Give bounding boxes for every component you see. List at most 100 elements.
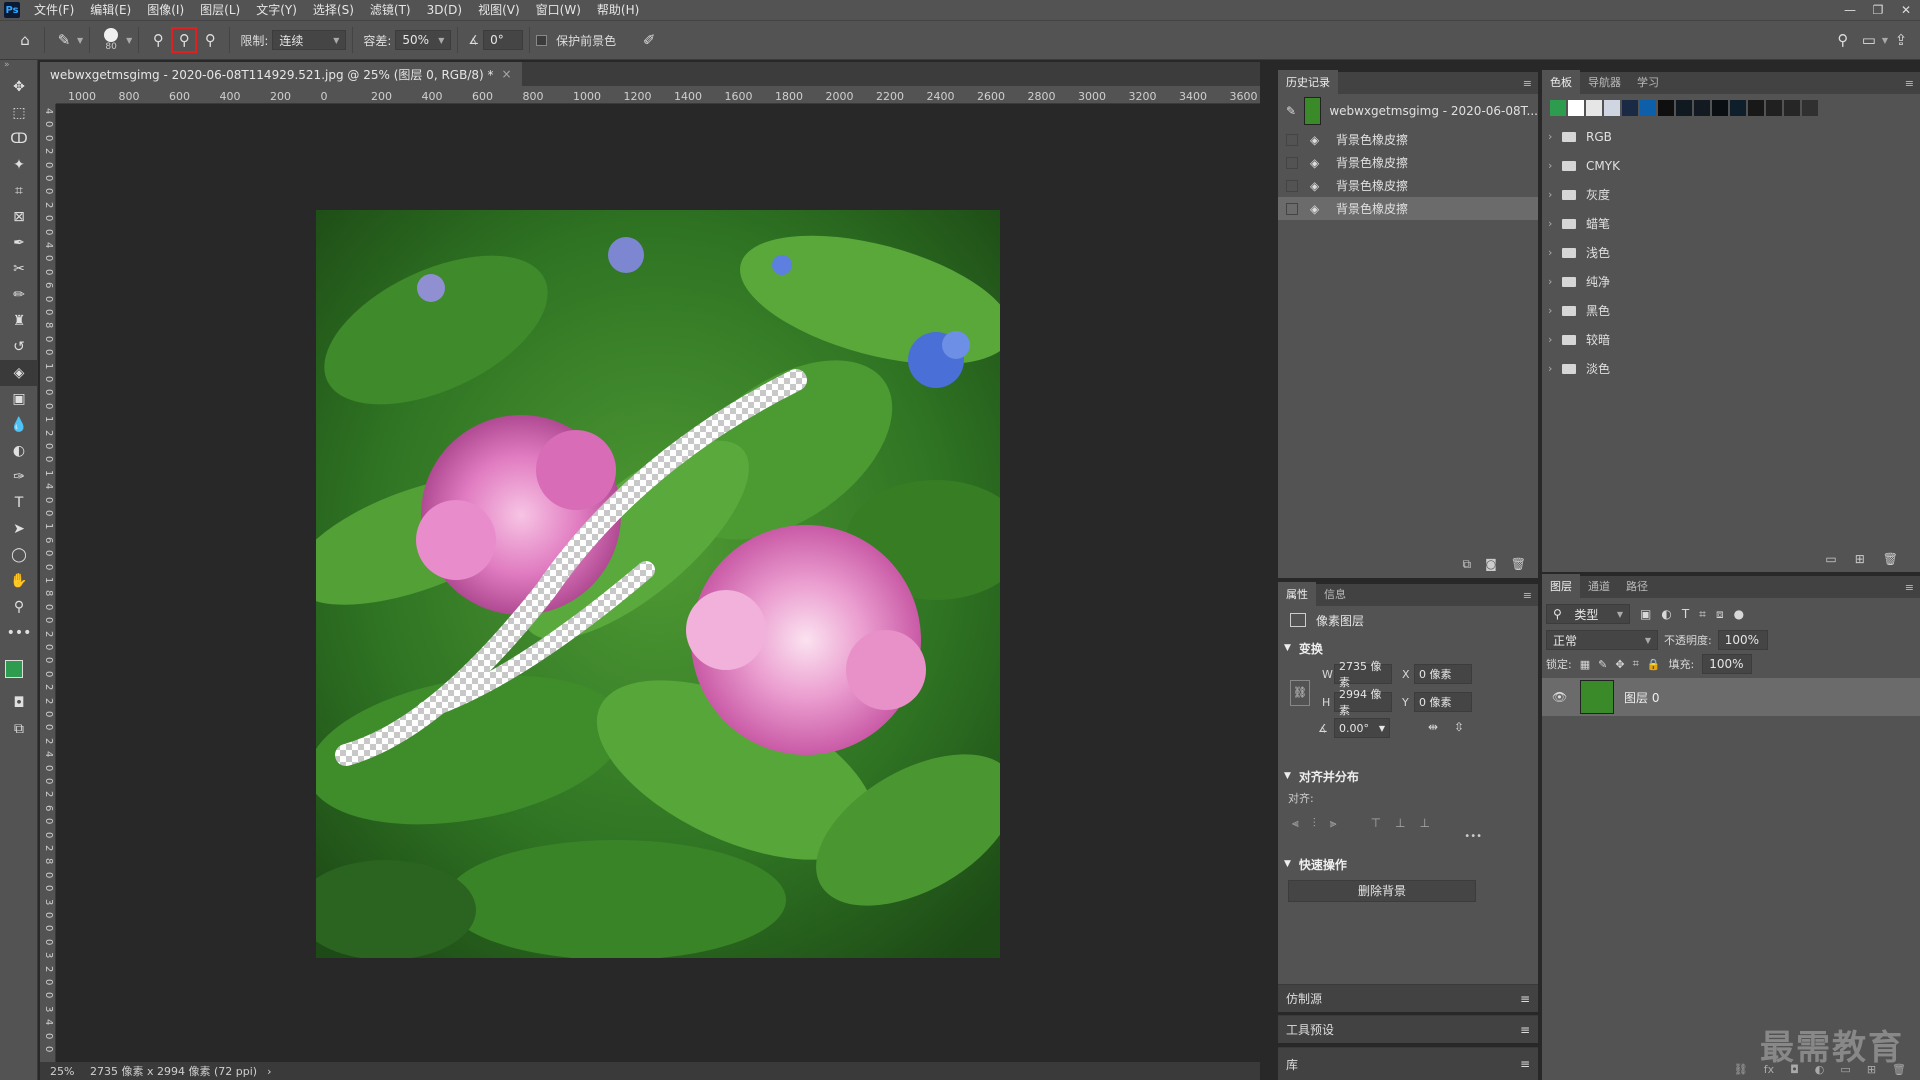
lock-position-icon[interactable]: ✥ [1615,658,1624,671]
vertical-ruler[interactable]: 4 0 0 2 0 0 0 2 0 0 4 0 0 6 0 0 8 0 0 1 0 0 0 1 2 0 0 1 4 0 0 1 6 0 0 1 8 0 0 2… [40,104,56,1064]
color-swatch[interactable] [1568,100,1584,116]
link-layers-icon[interactable]: ⛓ [1734,1063,1748,1076]
quick-actions-section[interactable]: ▼ 快速操作 [1278,850,1538,878]
new-swatch-icon[interactable]: ⊞ [1855,552,1865,566]
healing-brush-tool-icon[interactable]: ✂ [0,256,38,282]
filter-smart-object-icon[interactable]: ⧈ [1716,607,1724,622]
opacity-input[interactable]: 100% [1717,630,1768,650]
tab-channels[interactable]: 通道 [1580,574,1618,598]
menu-file[interactable]: 文件(F) [26,0,82,20]
menu-3d[interactable]: 3D(D) [419,0,470,20]
horizontal-ruler[interactable]: 1000 800 600 400 200 0 200 400 600 800 1000 1200 140… [56,86,1260,104]
frame-tool-icon[interactable]: ⊠ [0,204,38,230]
history-source-box[interactable] [1286,156,1298,169]
path-selection-tool-icon[interactable]: ➤ [0,516,38,542]
color-swatch[interactable] [1712,100,1728,116]
document-tab[interactable]: webwxgetmsgimg - 2020-06-08T114929.521.j… [40,62,522,86]
menu-select[interactable]: 选择(S) [305,0,362,20]
history-brush-tool-icon[interactable]: ↺ [0,334,38,360]
swatch-group-cmyk[interactable]: › CMYK [1542,151,1920,180]
home-icon[interactable]: ⌂ [12,27,38,53]
tolerance-input[interactable]: 50% ▼ [395,30,452,50]
tool-presets-panel[interactable]: 工具预设 ≡ [1278,1015,1538,1043]
color-swatch[interactable] [1658,100,1674,116]
color-swatch[interactable] [1802,100,1818,116]
remove-background-button[interactable]: 删除背景 [1288,880,1476,902]
color-swatch[interactable] [1694,100,1710,116]
trash-icon[interactable]: 🗑 [1511,557,1526,572]
history-snapshot[interactable]: ✎ webwxgetmsgimg - 2020-06-08T... [1278,94,1538,128]
x-field[interactable]: 0 像素 [1414,664,1472,684]
color-swatch[interactable] [1586,100,1602,116]
color-swatch[interactable] [1748,100,1764,116]
align-section[interactable]: ▼ 对齐并分布 [1278,762,1538,790]
filter-adjustment-icon[interactable]: ◐ [1661,607,1671,621]
panel-menu-icon[interactable]: ≡ [1520,992,1530,1006]
menu-edit[interactable]: 编辑(E) [82,0,139,20]
history-item[interactable]: ◈ 背景色橡皮擦 [1278,128,1538,151]
panel-menu-icon[interactable]: ≡ [1899,581,1920,598]
swatch-group-darker[interactable]: › 较暗 [1542,325,1920,354]
blur-tool-icon[interactable]: 💧 [0,412,38,438]
swatch-group-light[interactable]: › 浅色 [1542,238,1920,267]
color-swatch[interactable] [1640,100,1656,116]
filter-shape-icon[interactable]: ⌗ [1699,607,1706,622]
sampling-continuous-icon[interactable]: ⚲ [145,27,171,53]
eyedropper-tool-icon[interactable]: ✒ [0,230,38,256]
tab-layers[interactable]: 图层 [1542,574,1580,598]
filter-pixel-icon[interactable]: ▣ [1640,607,1651,621]
swatch-group-rgb[interactable]: › RGB [1542,122,1920,151]
camera-icon[interactable]: ◙ [1485,557,1497,572]
color-swatch[interactable] [1676,100,1692,116]
libraries-panel[interactable]: 库 ≡ [1278,1047,1538,1080]
history-brush-source-icon[interactable]: ✎ [1286,104,1296,118]
clone-stamp-tool-icon[interactable]: ♜ [0,308,38,334]
color-swatch[interactable] [1784,100,1800,116]
color-swatch[interactable] [1766,100,1782,116]
pressure-size-icon[interactable]: ✐ [636,27,662,53]
ellipse-tool-icon[interactable]: ◯ [0,542,38,568]
align-right-icon[interactable]: ⫸ [1330,816,1337,831]
menu-view[interactable]: 视图(V) [470,0,528,20]
align-center-h-icon[interactable]: ⫶ [1313,816,1316,831]
trash-icon[interactable]: 🗑 [1883,552,1898,566]
layer-filter-select[interactable]: ⚲ 类型 ▼ [1546,604,1630,624]
screen-mode-icon[interactable]: ⧉ [0,716,38,742]
panel-menu-icon[interactable]: ≡ [1520,1023,1530,1037]
lock-all-icon[interactable]: 🔒 [1647,658,1661,671]
swatch-group-pastel[interactable]: › 蜡笔 [1542,209,1920,238]
zoom-tool-icon[interactable]: ⚲ [0,594,38,620]
flip-horizontal-icon[interactable]: ⇹ [1428,720,1438,734]
history-source-box[interactable] [1286,179,1298,192]
expand-toolbar-icon[interactable]: » [0,60,37,74]
move-tool-icon[interactable]: ✥ [0,74,38,100]
zoom-level[interactable]: 25% [40,1065,90,1078]
pen-tool-icon[interactable]: ✑ [0,464,38,490]
ruler-origin[interactable] [40,86,56,104]
tab-paths[interactable]: 路径 [1618,574,1656,598]
lasso-tool-icon[interactable]: ↀ [0,126,38,152]
height-field[interactable]: 2994 像素 [1334,688,1392,717]
eye-icon[interactable]: 👁 [1552,690,1570,704]
limit-select[interactable]: 连续 ▼ [272,30,347,50]
workspace-icon[interactable]: ▭ [1856,27,1882,53]
panel-menu-icon[interactable]: ≡ [1899,77,1920,94]
swatch-group-pale[interactable]: › 淡色 [1542,354,1920,383]
lock-transparent-icon[interactable]: ▦ [1580,658,1590,671]
panel-menu-icon[interactable]: ≡ [1520,1057,1530,1071]
y-field[interactable]: 0 像素 [1414,692,1472,712]
search-icon[interactable]: ⚲ [1830,27,1856,53]
swatch-group-grayscale[interactable]: › 灰度 [1542,180,1920,209]
transform-section[interactable]: ▼ 变换 [1278,634,1538,662]
panel-menu-icon[interactable]: ≡ [1517,589,1538,606]
color-swatch[interactable] [1550,100,1566,116]
new-document-icon[interactable]: ⧉ [1463,557,1472,572]
filter-type-icon[interactable]: T [1682,607,1689,621]
marquee-tool-icon[interactable]: ⬚ [0,100,38,126]
align-middle-v-icon[interactable]: ⊥ [1395,816,1405,831]
dodge-tool-icon[interactable]: ◐ [0,438,38,464]
tab-navigator[interactable]: 导航器 [1580,70,1629,94]
menu-window[interactable]: 窗口(W) [528,0,589,20]
filter-toggle-icon[interactable]: ● [1734,607,1744,621]
menu-help[interactable]: 帮助(H) [589,0,647,20]
